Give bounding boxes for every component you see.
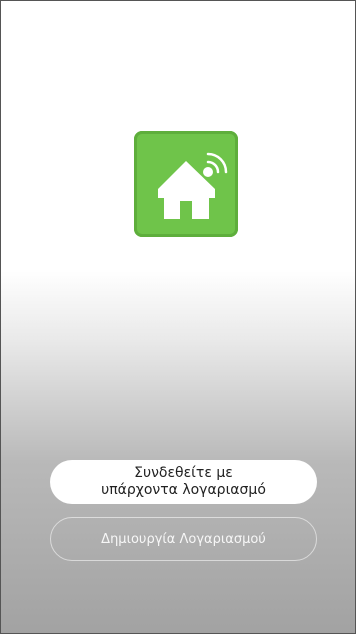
login-button-label: Συνδεθείτε με υπάρχοντα λογαριασμό (101, 465, 266, 498)
welcome-screen: Συνδεθείτε με υπάρχοντα λογαριασμό Δημιο… (0, 0, 356, 634)
create-account-button[interactable]: Δημιουργία Λογαριασμού (50, 517, 317, 561)
login-existing-account-button[interactable]: Συνδεθείτε με υπάρχοντα λογαριασμό (50, 460, 317, 504)
smart-home-icon (134, 131, 238, 237)
create-account-button-label: Δημιουργία Λογαριασμού (101, 531, 266, 547)
